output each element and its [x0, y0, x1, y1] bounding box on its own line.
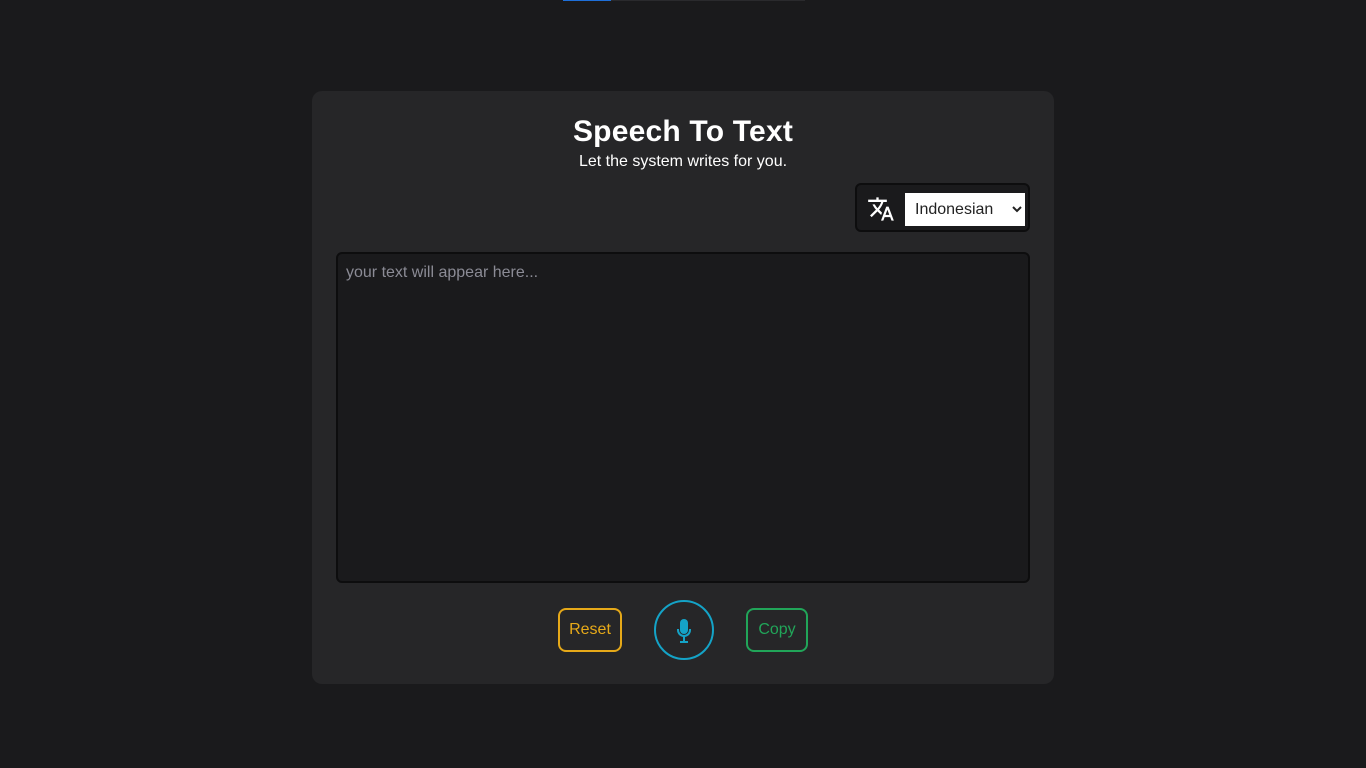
microphone-button[interactable] — [654, 600, 714, 660]
language-select[interactable]: Indonesian — [905, 193, 1025, 226]
copy-button[interactable]: Copy — [746, 608, 808, 652]
language-selector: Indonesian — [855, 183, 1030, 232]
translate-icon — [868, 197, 894, 221]
page-title: Speech To Text — [572, 115, 794, 148]
speech-to-text-card: Speech To Text Let the system writes for… — [312, 91, 1054, 684]
top-progress-fill — [563, 0, 612, 1]
transcript-textarea[interactable] — [336, 252, 1030, 583]
reset-button[interactable]: Reset — [558, 608, 622, 652]
top-progress-bar — [563, 0, 805, 1]
page-subtitle: Let the system writes for you. — [578, 153, 788, 170]
microphone-icon — [677, 619, 691, 643]
